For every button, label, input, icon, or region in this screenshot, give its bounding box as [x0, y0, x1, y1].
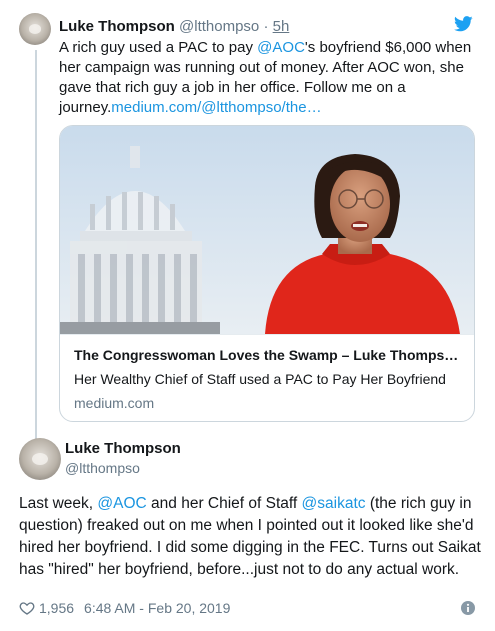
- tweet-text-segment: A rich guy used a PAC to pay: [59, 39, 258, 56]
- author-handle[interactable]: @ltthompso: [179, 18, 259, 35]
- tweet-footer: 1,956 6:48 AM - Feb 20, 2019: [19, 600, 230, 616]
- tweet-text-segment: Last week,: [19, 495, 98, 512]
- url-link[interactable]: medium.com/@ltthompso/the…: [111, 99, 321, 116]
- mention-link[interactable]: @AOC: [257, 39, 305, 56]
- like-count[interactable]: 1,956: [39, 600, 74, 616]
- card-image: [60, 126, 474, 334]
- tweet-text-segment: and her Chief of Staff: [146, 495, 302, 512]
- card-title[interactable]: The Congresswoman Loves the Swamp – Luke…: [74, 347, 458, 363]
- author-name[interactable]: Luke Thompson: [65, 440, 181, 457]
- link-preview-card[interactable]: The Congresswoman Loves the Swamp – Luke…: [59, 125, 475, 422]
- avatar[interactable]: [19, 13, 51, 45]
- tweet-timestamp[interactable]: 6:48 AM - Feb 20, 2019: [84, 600, 230, 616]
- tweet-time[interactable]: 5h: [273, 18, 290, 35]
- tweet-header: Luke Thompson @ltthompso · 5h: [59, 18, 289, 35]
- tweet-text: Last week, @AOC and her Chief of Staff @…: [19, 493, 484, 581]
- tweet-text: A rich guy used a PAC to pay @AOC's boyf…: [59, 38, 479, 118]
- mention-link[interactable]: @saikatc: [302, 495, 366, 512]
- twitter-bird-icon[interactable]: [454, 16, 473, 32]
- card-body: The Congresswoman Loves the Swamp – Luke…: [60, 334, 474, 421]
- thread-connector-line: [35, 50, 37, 450]
- author-name[interactable]: Luke Thompson: [59, 18, 175, 35]
- author-handle[interactable]: @ltthompso: [65, 460, 140, 476]
- card-description: Her Wealthy Chief of Staff used a PAC to…: [74, 371, 446, 387]
- info-icon[interactable]: [461, 601, 475, 615]
- quoted-tweet[interactable]: Luke Thompson @ltthompso · 5h A rich guy…: [0, 0, 495, 450]
- capitol-and-speaker-photo: [60, 126, 474, 334]
- mention-link[interactable]: @AOC: [97, 495, 146, 512]
- heart-icon[interactable]: [19, 600, 35, 616]
- meta-separator: ·: [259, 18, 273, 35]
- card-domain: medium.com: [74, 395, 155, 411]
- avatar[interactable]: [19, 438, 61, 480]
